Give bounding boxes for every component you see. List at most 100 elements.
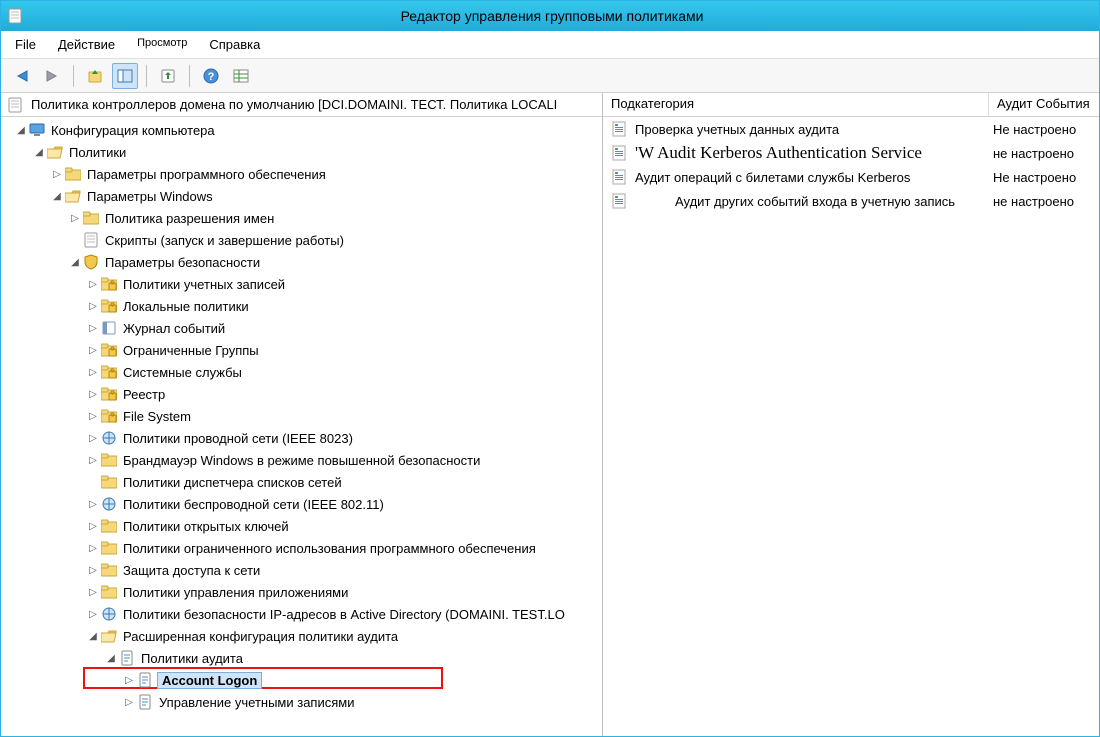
tree-item[interactable]: Скрипты (запуск и завершение работы) (1, 229, 602, 251)
expand-icon[interactable]: ▷ (87, 433, 99, 444)
tree-item[interactable]: ▷Реестр (1, 383, 602, 405)
list[interactable]: Проверка учетных данных аудита Не настро… (603, 117, 1099, 736)
expand-icon[interactable]: ▷ (123, 697, 135, 708)
tree-item[interactable]: ▷Ограниченные Группы (1, 339, 602, 361)
folder-icon (101, 452, 117, 468)
tree-item-advaudit[interactable]: ◢Расширенная конфигурация политики аудит… (1, 625, 602, 647)
up-button[interactable] (82, 63, 108, 89)
expand-icon[interactable]: ▷ (87, 609, 99, 620)
expand-icon[interactable]: ▷ (87, 367, 99, 378)
collapse-icon[interactable]: ◢ (87, 631, 99, 642)
window-title: Редактор управления групповыми политикам… (31, 8, 1093, 24)
tree-item[interactable]: ▷Политики проводной сети (IEEE 8023) (1, 427, 602, 449)
tree-item[interactable]: ▷Локальные политики (1, 295, 602, 317)
menu-file[interactable]: File (11, 35, 40, 54)
folder-icon (101, 562, 117, 578)
tree-item[interactable]: ◢Политики аудита (1, 647, 602, 669)
tree[interactable]: ◢Конфигурация компьютера ◢Политики ▷Пара… (1, 117, 602, 736)
export-button[interactable] (155, 63, 181, 89)
computer-icon (29, 122, 45, 138)
expand-icon[interactable]: ▷ (87, 455, 99, 466)
folder-icon (65, 166, 81, 182)
tree-item[interactable]: ▷Политика разрешения имен (1, 207, 602, 229)
expand-icon[interactable]: ▷ (87, 279, 99, 290)
nav-back-button[interactable] (9, 63, 35, 89)
collapse-icon[interactable]: ◢ (51, 191, 63, 202)
tree-pane-icon (117, 68, 133, 84)
menu-help[interactable]: Справка (205, 35, 264, 54)
tree-item[interactable]: ◢Параметры безопасности (1, 251, 602, 273)
page-icon (611, 145, 627, 161)
folder-icon (101, 474, 117, 490)
collapse-icon[interactable]: ◢ (33, 147, 45, 158)
expand-icon[interactable]: ▷ (51, 169, 63, 180)
collapse-icon[interactable]: ◢ (105, 653, 117, 664)
tree-item[interactable]: ▷Политики открытых ключей (1, 515, 602, 537)
list-row[interactable]: Проверка учетных данных аудита Не настро… (603, 117, 1099, 141)
tree-item[interactable]: ▷Защита доступа к сети (1, 559, 602, 581)
content-area: Политика контроллеров домена по умолчани… (1, 93, 1099, 736)
expand-icon[interactable]: ▷ (87, 323, 99, 334)
tree-header-label: Политика контроллеров домена по умолчани… (31, 97, 557, 112)
folder-lock-icon (101, 276, 117, 292)
expand-icon[interactable]: ▷ (87, 543, 99, 554)
tree-item[interactable]: Политики диспетчера списков сетей (1, 471, 602, 493)
expand-icon[interactable]: ▷ (87, 345, 99, 356)
folder-lock-icon (101, 298, 117, 314)
expand-icon[interactable]: ▷ (123, 675, 135, 686)
collapse-icon[interactable]: ◢ (69, 257, 81, 268)
tree-item[interactable]: ▷Политики учетных записей (1, 273, 602, 295)
expand-icon[interactable]: ▷ (87, 301, 99, 312)
expand-icon[interactable]: ▷ (69, 213, 81, 224)
tree-item[interactable]: ▷Брандмауэр Windows в режиме повышенной … (1, 449, 602, 471)
tree-item[interactable]: ▷Системные службы (1, 361, 602, 383)
tree-item[interactable]: ◢Политики (1, 141, 602, 163)
menu-view[interactable]: Просмотр (133, 35, 191, 54)
tree-item[interactable]: ▷File System (1, 405, 602, 427)
tree-item[interactable]: ▷Политики управления приложениями (1, 581, 602, 603)
list-row[interactable]: Аудит операций с билетами службы Kerbero… (603, 165, 1099, 189)
scroll-icon (7, 97, 23, 113)
nav-fwd-button[interactable] (39, 63, 65, 89)
show-tree-button[interactable] (112, 63, 138, 89)
tree-header[interactable]: Политика контроллеров домена по умолчани… (1, 93, 602, 117)
folder-icon (101, 540, 117, 556)
tree-item[interactable]: ▷Политики беспроводной сети (IEEE 802.11… (1, 493, 602, 515)
folder-open-icon (101, 628, 117, 644)
tree-item[interactable]: ▷Управление учетными записями (1, 691, 602, 713)
tree-item[interactable]: ▷Параметры программного обеспечения (1, 163, 602, 185)
arrow-left-icon (14, 68, 30, 84)
folder-lock-icon (101, 408, 117, 424)
expand-icon[interactable]: ▷ (87, 521, 99, 532)
folder-open-icon (65, 188, 81, 204)
net-icon (101, 430, 117, 446)
tree-item[interactable]: ▷Политики безопасности IP-адресов в Acti… (1, 603, 602, 625)
expand-icon[interactable]: ▷ (87, 411, 99, 422)
col-subcategory[interactable]: Подкатегория (603, 93, 989, 116)
tree-item[interactable]: ◢Параметры Windows (1, 185, 602, 207)
folder-lock-icon (101, 364, 117, 380)
title-bar: Редактор управления групповыми политикам… (1, 1, 1099, 31)
expand-icon[interactable]: ▷ (87, 389, 99, 400)
folder-up-icon (87, 68, 103, 84)
expand-icon[interactable]: ▷ (87, 499, 99, 510)
list-button[interactable] (228, 63, 254, 89)
collapse-icon[interactable]: ◢ (15, 125, 27, 136)
expand-icon[interactable]: ▷ (87, 565, 99, 576)
app-icon (7, 8, 23, 24)
tree-item[interactable]: ▷Политики ограниченного использования пр… (1, 537, 602, 559)
tree-item[interactable]: ◢Конфигурация компьютера (1, 119, 602, 141)
help-button[interactable] (198, 63, 224, 89)
menu-action[interactable]: Действие (54, 35, 119, 54)
expand-icon[interactable]: ▷ (87, 587, 99, 598)
toolbar-sep (189, 65, 190, 87)
page-icon (611, 121, 627, 137)
col-audit[interactable]: Аудит События (989, 93, 1099, 116)
list-row[interactable]: Аудит других событий входа в учетную зап… (603, 189, 1099, 213)
tree-item-account-logon[interactable]: ▷Account Logon (1, 669, 602, 691)
book-icon (101, 320, 117, 336)
list-row[interactable]: 'W Audit Kerberos Authentication Service… (603, 141, 1099, 165)
column-headers: Подкатегория Аудит События (603, 93, 1099, 117)
tree-item[interactable]: ▷Журнал событий (1, 317, 602, 339)
folder-lock-icon (101, 342, 117, 358)
